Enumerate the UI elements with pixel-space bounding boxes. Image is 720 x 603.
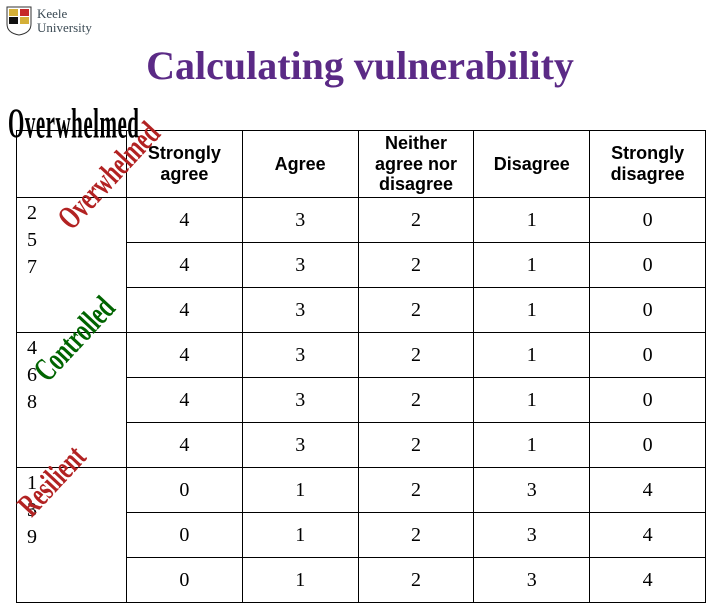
shield-icon <box>6 6 32 36</box>
score-cell: 4 <box>127 333 243 378</box>
score-cell: 4 <box>127 288 243 333</box>
score-cell: 1 <box>474 423 590 468</box>
score-cell: 0 <box>127 558 243 603</box>
brand-line2: University <box>37 21 92 35</box>
score-cell: 4 <box>590 558 706 603</box>
score-cell: 1 <box>242 513 358 558</box>
item-id: 9 <box>27 524 124 551</box>
item-id: 8 <box>27 389 124 416</box>
score-cell: 0 <box>590 243 706 288</box>
score-cell: 0 <box>590 198 706 243</box>
item-id: 7 <box>27 254 124 281</box>
score-cell: 3 <box>474 468 590 513</box>
header-disagree: Disagree <box>474 131 590 198</box>
brand-line1: Keele <box>37 7 92 21</box>
score-cell: 1 <box>474 288 590 333</box>
score-cell: 1 <box>242 558 358 603</box>
score-cell: 2 <box>358 378 474 423</box>
table-row: 46843210 <box>17 333 706 378</box>
score-cell: 2 <box>358 198 474 243</box>
score-cell: 4 <box>590 468 706 513</box>
score-cell: 0 <box>590 333 706 378</box>
score-cell: 3 <box>242 198 358 243</box>
score-cell: 2 <box>358 243 474 288</box>
score-cell: 1 <box>474 243 590 288</box>
score-cell: 2 <box>358 513 474 558</box>
page-title: Calculating vulnerability <box>0 42 720 89</box>
score-cell: 2 <box>358 288 474 333</box>
score-cell: 2 <box>358 423 474 468</box>
score-cell: 3 <box>242 243 358 288</box>
score-cell: 3 <box>242 378 358 423</box>
score-cell: 2 <box>358 558 474 603</box>
score-table: Strongly agree Agree Neither agree nor d… <box>16 130 706 603</box>
score-cell: 1 <box>474 198 590 243</box>
header-neither: Neither agree nor disagree <box>358 131 474 198</box>
score-cell: 3 <box>242 423 358 468</box>
score-cell: 0 <box>127 468 243 513</box>
score-cell: 0 <box>590 378 706 423</box>
score-cell: 4 <box>127 378 243 423</box>
score-cell: 0 <box>590 423 706 468</box>
score-cell: 0 <box>127 513 243 558</box>
score-cell: 1 <box>242 468 358 513</box>
score-cell: 1 <box>474 378 590 423</box>
table-row: 25743210 <box>17 198 706 243</box>
score-cell: 1 <box>474 333 590 378</box>
score-cell: 2 <box>358 468 474 513</box>
brand-text: Keele University <box>37 7 92 34</box>
score-cell: 2 <box>358 333 474 378</box>
table-row: 13901234 <box>17 468 706 513</box>
header-strongly-disagree: Strongly disagree <box>590 131 706 198</box>
score-cell: 3 <box>242 288 358 333</box>
brand-logo: Keele University <box>6 6 92 36</box>
score-cell: 3 <box>474 513 590 558</box>
score-cell: 3 <box>242 333 358 378</box>
header-agree: Agree <box>242 131 358 198</box>
score-cell: 4 <box>127 423 243 468</box>
score-cell: 3 <box>474 558 590 603</box>
score-cell: 4 <box>590 513 706 558</box>
score-cell: 0 <box>590 288 706 333</box>
score-cell: 4 <box>127 243 243 288</box>
score-cell: 4 <box>127 198 243 243</box>
score-table-container: Strongly agree Agree Neither agree nor d… <box>16 130 706 603</box>
